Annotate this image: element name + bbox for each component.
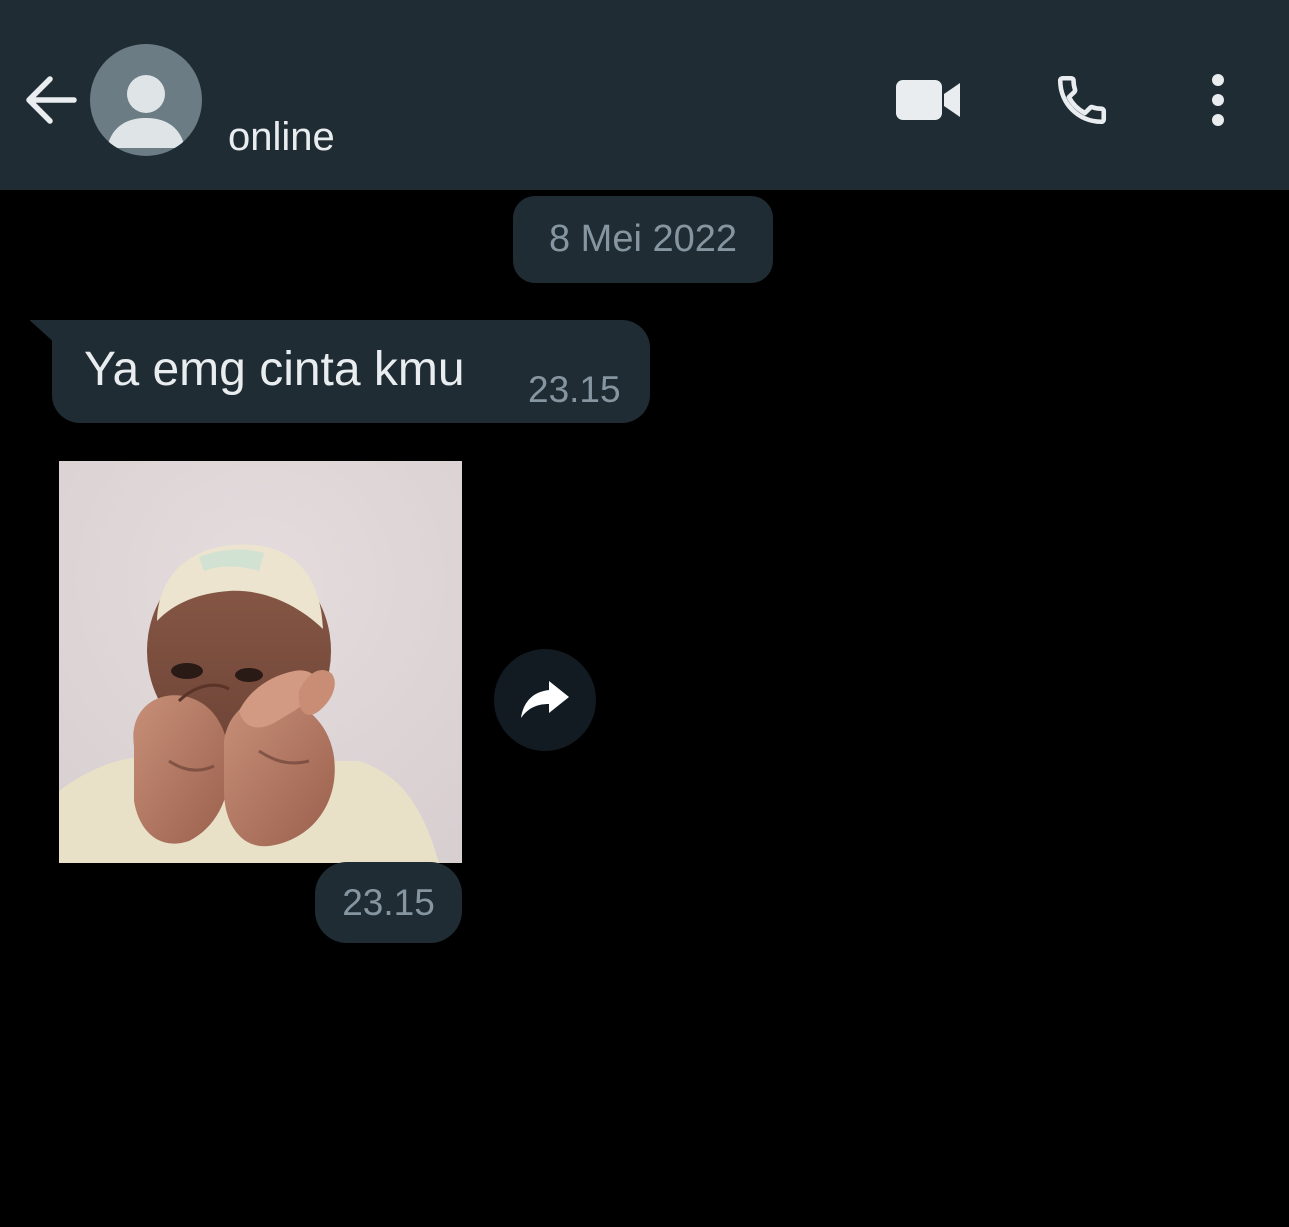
- voice-call-button[interactable]: [1040, 62, 1124, 138]
- more-vertical-icon: [1212, 74, 1224, 126]
- phone-icon: [1057, 75, 1107, 125]
- date-separator: 8 Mei 2022: [513, 196, 773, 283]
- sticker-image[interactable]: [59, 461, 462, 863]
- forward-icon: [521, 681, 569, 718]
- video-call-button[interactable]: [880, 62, 976, 138]
- contact-status: online: [228, 115, 335, 159]
- arrow-left-icon: [26, 76, 77, 124]
- person-placeholder-icon: [107, 75, 185, 148]
- sticker-time: 23.15: [315, 862, 462, 943]
- back-button[interactable]: [18, 70, 82, 130]
- more-options-button[interactable]: [1188, 62, 1248, 138]
- message-time: 23.15: [528, 369, 621, 410]
- contact-avatar[interactable]: [90, 44, 202, 156]
- chat-screen: online 8 Mei 2022 Ya emg cinta kmu 23.15: [0, 0, 1289, 1227]
- forward-button[interactable]: [494, 649, 596, 751]
- message-text: Ya emg cinta kmu: [84, 343, 465, 396]
- chat-header: online: [0, 0, 1289, 190]
- videocam-icon: [896, 80, 960, 120]
